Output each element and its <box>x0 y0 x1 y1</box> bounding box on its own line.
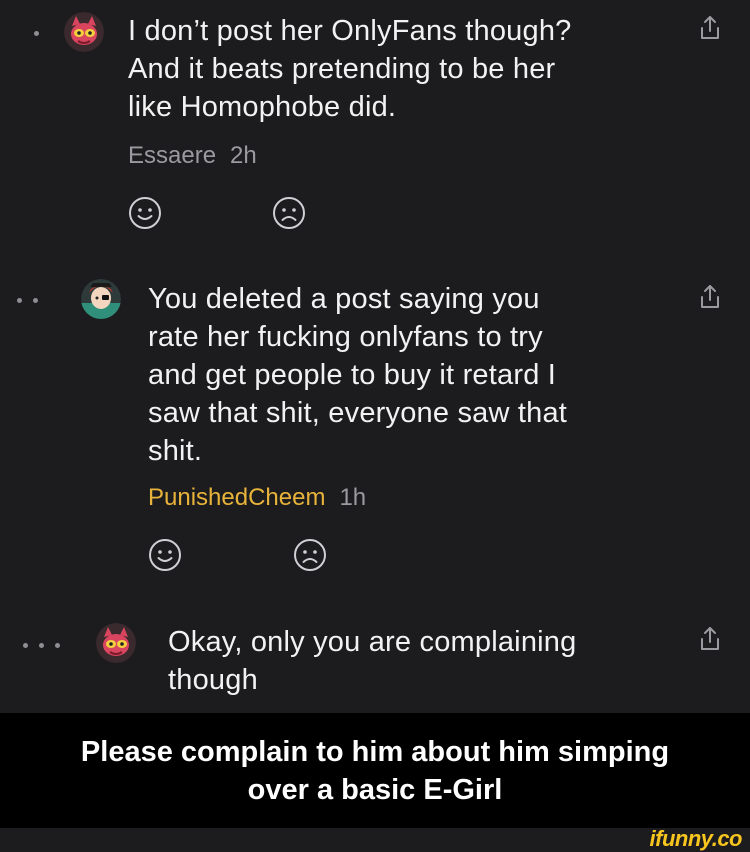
watermark-logo: ifunny.co <box>649 826 743 851</box>
share-icon[interactable] <box>699 626 721 652</box>
smile-icon[interactable] <box>148 538 182 572</box>
comment-time: 1h <box>339 484 367 511</box>
avatar[interactable] <box>81 279 121 319</box>
comment-text: Okay, only you are complaining though <box>168 626 577 696</box>
avatar[interactable] <box>64 12 104 52</box>
comment-text: You deleted a post saying you rate her f… <box>148 283 568 467</box>
caption-bar: Please complain to him about him simping… <box>0 713 750 828</box>
share-icon[interactable] <box>699 15 721 41</box>
comment-author[interactable]: Essaere <box>128 142 216 169</box>
frown-icon[interactable] <box>293 538 327 572</box>
smile-icon[interactable] <box>128 196 162 230</box>
avatar-red-character-icon <box>64 12 104 52</box>
comment-meta: PunishedCheem 1h <box>148 484 366 512</box>
thread-depth-indicator <box>23 643 60 648</box>
comment-text: I don’t post her OnlyFans though? And it… <box>128 15 572 123</box>
comment-author[interactable]: PunishedCheem <box>148 484 325 511</box>
share-icon[interactable] <box>699 284 721 310</box>
avatar-red-character-icon <box>96 623 136 663</box>
comment-meta: Essaere 2h <box>128 142 257 170</box>
caption-line: Please complain to him about him simping <box>80 735 670 768</box>
footer-bar <box>0 828 750 850</box>
avatar[interactable] <box>96 623 136 663</box>
frown-icon[interactable] <box>272 196 306 230</box>
thread-depth-indicator <box>34 31 39 36</box>
avatar-anime-character-icon <box>81 279 121 319</box>
caption-line: over a basic E-Girl <box>247 773 503 806</box>
thread-depth-indicator <box>17 298 38 303</box>
comment-time: 2h <box>230 142 257 169</box>
